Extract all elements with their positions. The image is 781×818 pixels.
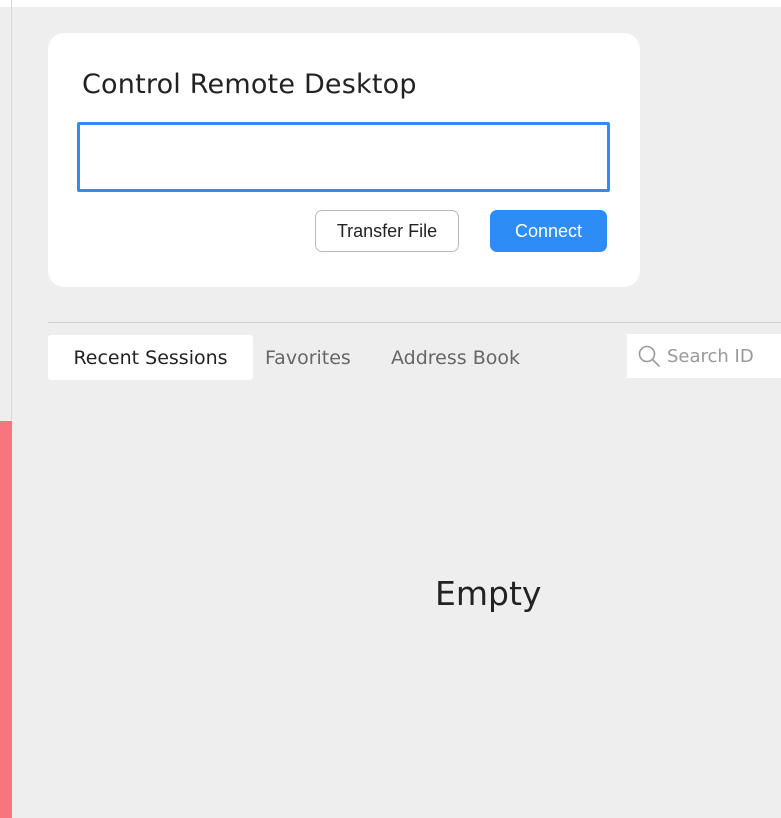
remote-id-input[interactable] bbox=[77, 122, 610, 192]
tab-recent-sessions[interactable]: Recent Sessions bbox=[48, 335, 253, 380]
connect-card: Control Remote Desktop Transfer File Con… bbox=[48, 33, 640, 287]
tab-address-book[interactable]: Address Book bbox=[391, 335, 520, 380]
search-icon bbox=[638, 345, 660, 367]
connect-button[interactable]: Connect bbox=[490, 210, 607, 252]
section-divider bbox=[48, 322, 781, 323]
top-strip bbox=[0, 0, 781, 7]
tab-favorites[interactable]: Favorites bbox=[265, 335, 351, 380]
sidebar-accent-bar bbox=[0, 421, 12, 818]
card-title: Control Remote Desktop bbox=[82, 69, 417, 100]
search-box[interactable] bbox=[627, 334, 781, 378]
empty-state-message: Empty bbox=[435, 574, 542, 613]
search-input[interactable] bbox=[667, 345, 777, 367]
transfer-file-button[interactable]: Transfer File bbox=[315, 210, 459, 252]
sidebar-divider bbox=[11, 0, 12, 420]
